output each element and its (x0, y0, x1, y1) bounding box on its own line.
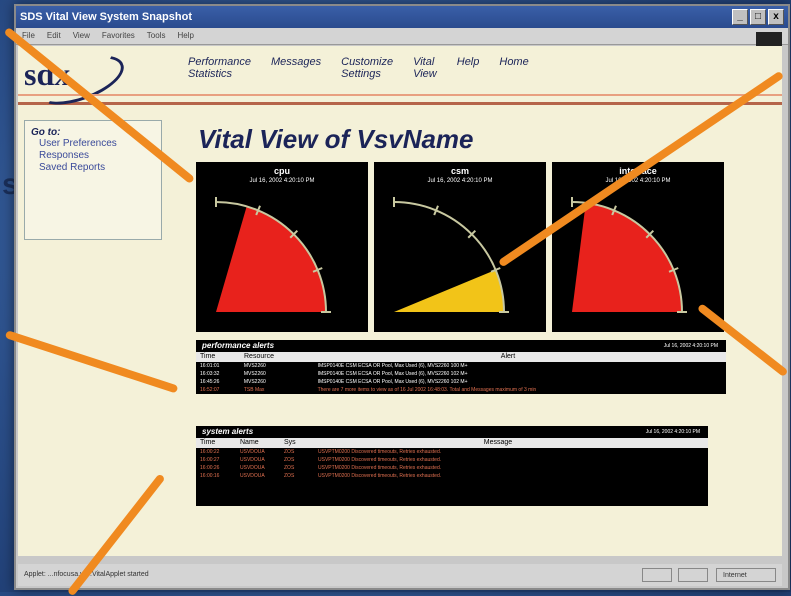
maximize-button[interactable]: □ (750, 9, 766, 25)
column-name[interactable]: Name (236, 438, 280, 448)
browser-logo-icon (756, 32, 782, 46)
close-button[interactable]: x (768, 9, 784, 25)
panel-title: performance alerts (202, 341, 275, 350)
nav-customize-settings[interactable]: Customize Settings (341, 56, 393, 80)
menu-view[interactable]: View (73, 28, 90, 44)
menu-edit[interactable]: Edit (47, 28, 61, 44)
table-row[interactable]: 16:01:01 MVS2260 IMSP0140E CSM ECSA OR Poo… (196, 362, 726, 370)
window-title: SDS Vital View System Snapshot (20, 11, 192, 23)
panel-timestamp: Jul 16, 2002 4:20:10 PM (645, 429, 700, 435)
status-bar: Applet: ...nfocusa.vsv.VitalApplet start… (18, 564, 782, 586)
gauge-level-wedge (572, 202, 682, 312)
column-resource[interactable]: Resource (240, 352, 314, 362)
table-row[interactable]: 16:00:26 USVDOUA ZOS USVPTM0200 Discovered … (196, 464, 708, 472)
menu-favorites[interactable]: Favorites (102, 28, 135, 44)
sidebar-item-responses[interactable]: Responses (39, 150, 155, 162)
gauge-level-wedge (394, 269, 504, 312)
sidebar-item-saved-reports[interactable]: Saved Reports (39, 162, 155, 174)
table-row[interactable]: 16:00:16 USVDOUA ZOS USVPTM0200 Discovered … (196, 472, 708, 480)
window-titlebar: SDS Vital View System Snapshot _ □ x (16, 6, 788, 28)
page-content: sdx Performance Statistics Messages Custo… (18, 46, 782, 556)
nav-messages[interactable]: Messages (271, 56, 321, 80)
table-row[interactable]: 16:45:26 MVS2260 IMSP0140E CSM ECSA OR Poo… (196, 378, 726, 386)
performance-alerts-header: performance alerts Jul 16, 2002 4:20:10 … (196, 340, 726, 352)
nav-performance-statistics[interactable]: Performance Statistics (188, 56, 251, 80)
nav-vital-view[interactable]: Vital View (413, 56, 437, 80)
nav-help[interactable]: Help (457, 56, 480, 80)
table-row[interactable]: 16:00:27 USVDOUA ZOS USVPTM0200 Discovered … (196, 456, 708, 464)
minimize-button[interactable]: _ (732, 9, 748, 25)
panel-timestamp: Jul 16, 2002 4:20:10 PM (663, 343, 718, 349)
gauge-cpu: cpu Jul 16, 2002 4:20:10 PM (196, 162, 368, 332)
table-header: Time Resource Alert (196, 352, 726, 362)
table-row[interactable]: 16:00:22 USVDOUA ZOS USVPTM0200 Discovered … (196, 448, 708, 456)
table-empty-space (196, 480, 708, 506)
page-title: Vital View of VsvName (198, 124, 474, 154)
column-time[interactable]: Time (196, 438, 236, 448)
menu-help[interactable]: Help (177, 28, 193, 44)
menu-tools[interactable]: Tools (147, 28, 166, 44)
panel-title: system alerts (202, 427, 254, 436)
browser-window: SDS Vital View System Snapshot _ □ x Fil… (14, 4, 790, 590)
column-alert[interactable]: Alert (314, 352, 698, 362)
nav-divider (18, 94, 782, 96)
table-row[interactable]: 16:03:32 MVS2260 IMSP0140E CSM ECSA OR Poo… (196, 370, 726, 378)
table-row[interactable]: 16:52:07 TSB Max There are 7 more items to… (196, 386, 726, 394)
column-message[interactable]: Message (314, 438, 678, 448)
nav-home[interactable]: Home (499, 56, 528, 80)
gauge-level-wedge (216, 206, 326, 312)
status-segment (642, 568, 672, 582)
menu-bar: File Edit View Favorites Tools Help (16, 28, 788, 46)
status-segment (678, 568, 708, 582)
system-alerts-panel: system alerts Jul 16, 2002 4:20:10 PM Ti… (196, 426, 708, 506)
performance-alerts-panel: performance alerts Jul 16, 2002 4:20:10 … (196, 340, 726, 394)
system-alerts-header: system alerts Jul 16, 2002 4:20:10 PM (196, 426, 708, 438)
gauge-dial (215, 197, 331, 313)
table-header: Time Name Sys Message (196, 438, 708, 448)
top-navigation: sdx Performance Statistics Messages Custo… (18, 46, 782, 115)
column-sys[interactable]: Sys (280, 438, 314, 448)
column-time[interactable]: Time (196, 352, 240, 362)
security-zone: Internet (716, 568, 776, 582)
